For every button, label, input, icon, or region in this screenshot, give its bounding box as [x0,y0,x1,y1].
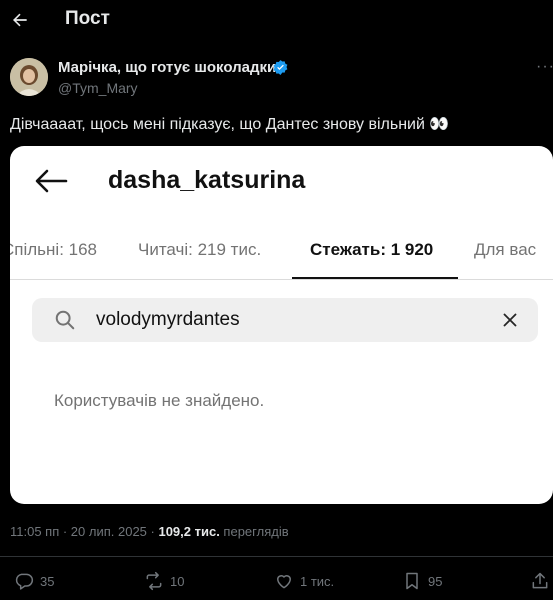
author-name[interactable]: Марічка, що готує шоколадки [58,59,276,76]
arrow-left-icon [34,168,68,194]
bookmark-count: 95 [428,573,443,589]
share-button[interactable] [530,570,553,592]
repost-button[interactable]: 10 [144,570,184,592]
bookmark-button[interactable]: 95 [402,570,442,592]
empty-state-text: Користувачів не знайдено. [54,391,265,410]
tweet-meta: 11:05 пп · 20 лип. 2025 · 109,2 тис. пер… [10,524,289,539]
share-icon [532,572,548,589]
tab-followers: Читачі: 219 тис. [138,240,262,259]
view-count: 109,2 тис. [158,524,220,539]
profile-username: dasha_katsurina [108,166,306,194]
reply-count: 35 [40,573,55,589]
repost-count: 10 [170,573,185,589]
divider [0,556,553,557]
close-icon [503,313,517,327]
arrow-left-icon [13,13,27,27]
tab-mutual: Спільні: 168 [10,240,98,259]
embedded-image[interactable]: dasha_katsurina Спільні: 168 Читачі: 219… [10,146,553,504]
tweet-text: Дівчаааат, щось мені підказує, що Дантес… [10,116,450,133]
reply-button[interactable]: 35 [14,570,54,592]
like-button[interactable]: 1 тис. [274,570,334,592]
divider [10,279,553,280]
tab-for-you: Для вас [474,240,537,259]
back-button[interactable] [10,7,32,33]
like-count: 1 тис. [300,573,335,589]
author-handle[interactable]: @Tym_Mary [58,80,138,96]
search-input-value: volodymyrdantes [96,309,240,330]
more-options-icon[interactable]: ··· [536,58,553,76]
bookmark-icon [406,572,418,590]
repost-icon [146,571,162,591]
page-title: Пост [65,8,110,29]
top-bar: Пост [0,0,553,42]
reply-icon [15,573,34,590]
tab-following: Стежать: 1 920 [310,240,434,259]
tweet-timestamp[interactable]: 11:05 пп · 20 лип. 2025 · [10,524,158,539]
verified-badge-icon [272,59,289,76]
views-label: переглядів [219,524,289,539]
avatar[interactable] [10,58,48,96]
search-icon [55,310,75,330]
search-field: volodymyrdantes [32,298,538,342]
heart-icon [277,575,291,589]
